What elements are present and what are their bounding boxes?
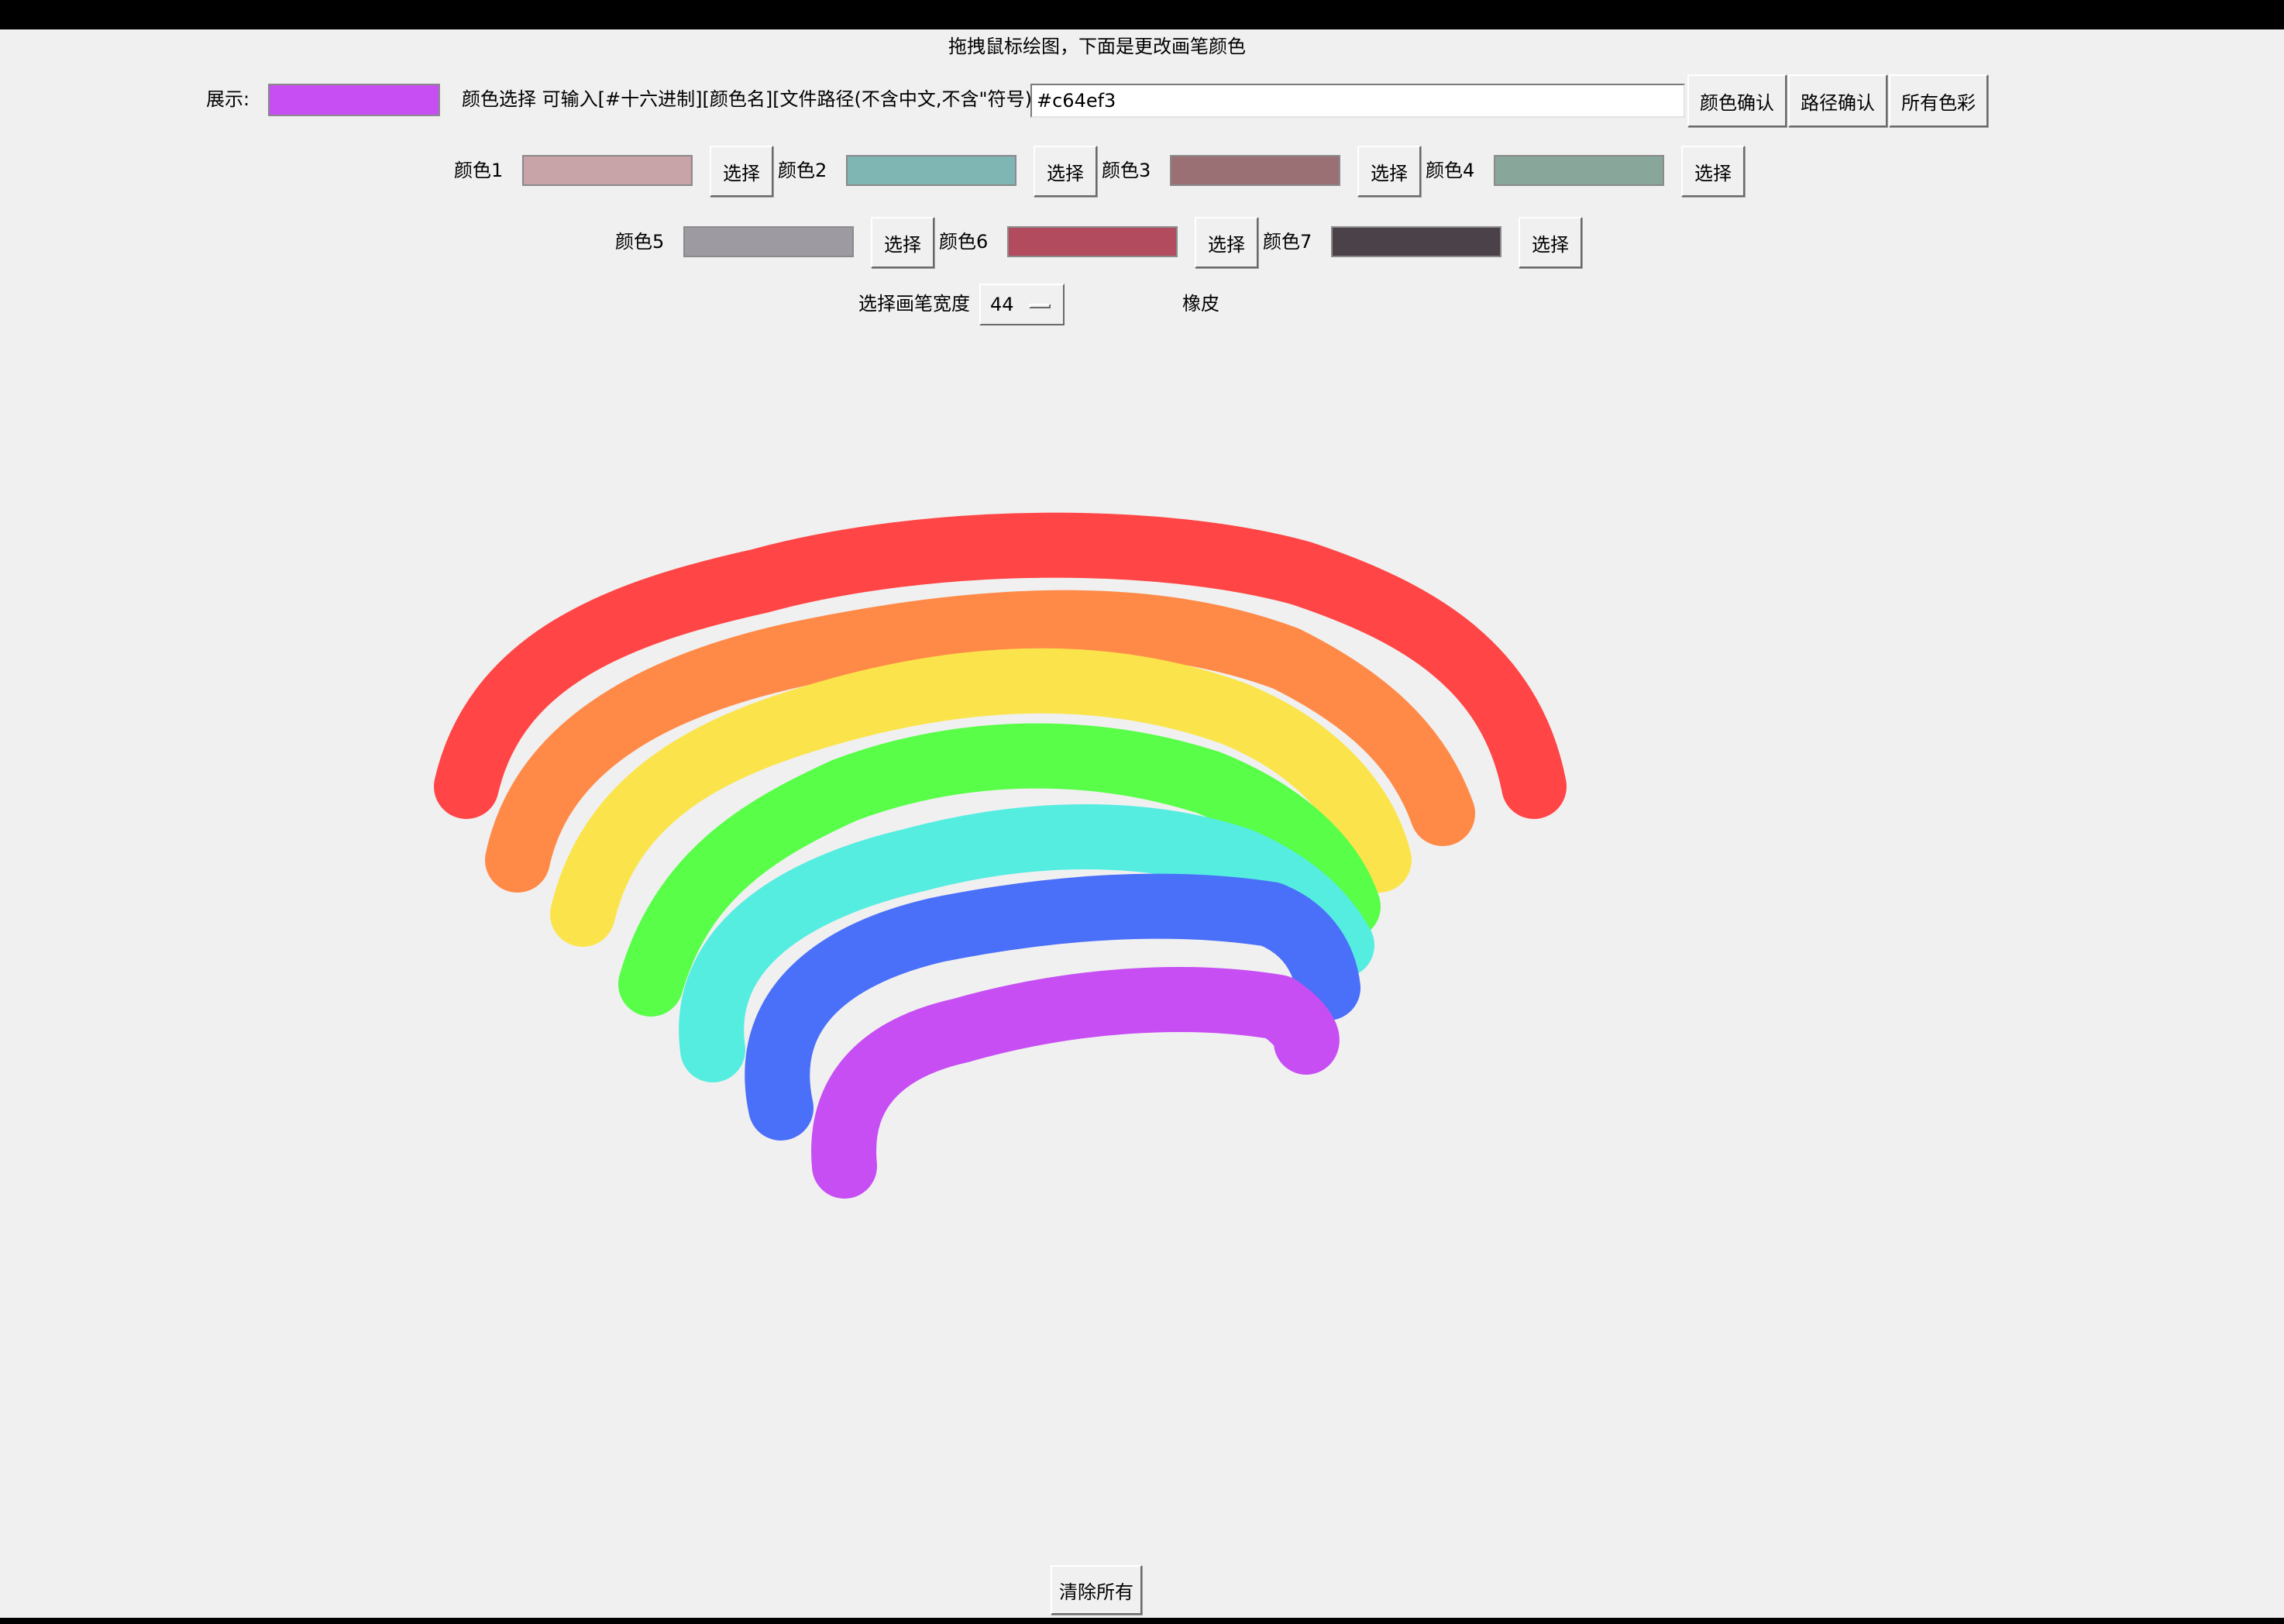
all-colors-button[interactable]: 所有色彩 — [1889, 74, 1988, 127]
color-input-label: 颜色选择 可输入[#十六进制][颜色名][文件路径(不含中文,不含"符号)] — [462, 88, 1040, 110]
confirm-path-button[interactable]: 路径确认 — [1788, 74, 1887, 127]
brush-width-label: 选择画笔宽度 — [858, 293, 970, 315]
confirm-color-button[interactable]: 颜色确认 — [1687, 74, 1787, 127]
palette-swatch-4 — [1494, 155, 1664, 186]
select-button-3[interactable]: 选择 — [1357, 146, 1421, 197]
palette-swatch-6 — [1007, 226, 1178, 257]
palette-label-4: 颜色4 — [1426, 160, 1475, 181]
palette-swatch-2 — [846, 155, 1016, 186]
palette-swatch-7 — [1331, 226, 1501, 257]
select-button-4[interactable]: 选择 — [1681, 146, 1745, 197]
select-button-1[interactable]: 选择 — [710, 146, 773, 197]
select-button-6[interactable]: 选择 — [1195, 217, 1258, 268]
brush-width-value: 44 — [990, 294, 1014, 315]
palette-label-5: 颜色5 — [615, 231, 665, 253]
palette-swatch-5 — [683, 226, 854, 257]
palette-label-1: 颜色1 — [454, 160, 504, 181]
select-button-5[interactable]: 选择 — [871, 217, 934, 268]
stroke-purple — [811, 967, 1340, 1199]
dropdown-indicator-icon — [1029, 304, 1051, 308]
window-bottom-edge — [0, 1618, 2284, 1624]
instruction-text: 拖拽鼠标绘图，下面是更改画笔颜色 — [948, 36, 1246, 57]
clear-all-button[interactable]: 清除所有 — [1051, 1565, 1142, 1615]
drawing-canvas[interactable] — [0, 341, 2284, 1550]
palette-label-3: 颜色3 — [1102, 160, 1151, 181]
palette-label-6: 颜色6 — [939, 231, 989, 253]
palette-label-2: 颜色2 — [778, 160, 827, 181]
color-input-field[interactable] — [1030, 84, 1685, 118]
palette-label-7: 颜色7 — [1263, 231, 1312, 253]
select-button-2[interactable]: 选择 — [1034, 146, 1097, 197]
palette-swatch-1 — [522, 155, 693, 186]
eraser-label[interactable]: 橡皮 — [1182, 291, 1219, 316]
display-label: 展示: — [206, 88, 250, 110]
window-title-bar — [0, 0, 2284, 29]
select-button-7[interactable]: 选择 — [1519, 217, 1582, 268]
brush-width-select[interactable]: 44 — [979, 284, 1065, 325]
palette-swatch-3 — [1170, 155, 1340, 186]
display-color-swatch — [268, 84, 440, 116]
